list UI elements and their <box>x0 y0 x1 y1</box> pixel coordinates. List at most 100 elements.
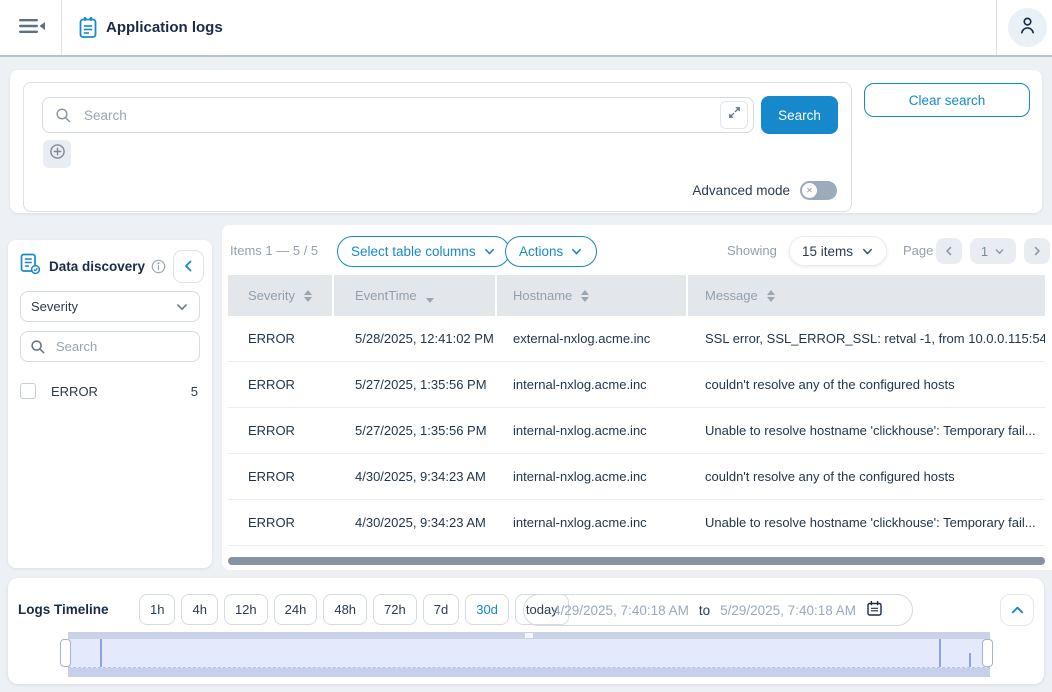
range-button-7d[interactable]: 7d <box>423 594 459 625</box>
page-title: Application logs <box>106 19 223 36</box>
severity-cell: ERROR <box>228 454 334 499</box>
timeline-spike <box>100 639 102 667</box>
showing-label: Showing <box>727 243 777 258</box>
timeline-chart <box>60 632 996 678</box>
dropdown-icon <box>570 245 583 258</box>
table-row[interactable]: ERROR5/27/2025, 1:35:56 PMinternal-nxlog… <box>228 362 1045 408</box>
message-cell: Unable to resolve hostname 'clickhouse':… <box>688 500 1045 545</box>
date-to: 5/29/2025, 7:40:18 AM <box>720 603 856 618</box>
date-range-picker[interactable]: 4/29/2025, 7:40:18 AM to 5/29/2025, 7:40… <box>523 594 913 626</box>
field-selector-value: Severity <box>31 299 78 314</box>
severity-cell: ERROR <box>228 500 334 545</box>
collapse-panel-icon <box>182 259 196 273</box>
column-header-hostname[interactable]: Hostname <box>497 275 688 316</box>
timeline-spike <box>969 653 971 667</box>
range-button-30d[interactable]: 30d <box>465 594 509 625</box>
hostname-cell: external-nxlog.acme.inc <box>497 316 688 361</box>
event-time-cell: 5/27/2025, 1:35:56 PM <box>334 362 497 407</box>
info-icon[interactable] <box>151 259 166 274</box>
sort-both-icon <box>767 290 775 302</box>
range-button-1h[interactable]: 1h <box>139 594 175 625</box>
current-page-dropdown[interactable]: 1 <box>970 238 1016 264</box>
timeline-overview-track[interactable] <box>68 632 990 639</box>
page-size-dropdown[interactable]: 15 items <box>789 236 887 266</box>
add-filter-icon <box>49 143 66 165</box>
data-discovery-header: Data discovery <box>20 249 204 283</box>
user-menu-button[interactable] <box>1008 8 1047 47</box>
column-label: Severity <box>248 288 295 303</box>
add-filter-button[interactable] <box>43 140 71 168</box>
facet-item[interactable]: ERROR 5 <box>20 379 200 403</box>
message-cell: couldn't resolve any of the configured h… <box>688 362 1045 407</box>
select-table-columns-label: Select table columns <box>351 244 476 259</box>
table-row[interactable]: ERROR4/30/2025, 9:34:23 AMinternal-nxlog… <box>228 500 1045 546</box>
field-selector-dropdown[interactable]: Severity <box>20 291 200 322</box>
data-discovery-panel: Data discovery Severity <box>8 240 212 568</box>
collapse-panel-button[interactable] <box>173 250 204 283</box>
timeline-bottom-track <box>68 668 990 677</box>
actions-button[interactable]: Actions <box>505 236 597 267</box>
facet-list: ERROR 5 <box>20 379 200 403</box>
hostname-cell: internal-nxlog.acme.inc <box>497 408 688 453</box>
table-row[interactable]: ERROR4/30/2025, 9:34:23 AMinternal-nxlog… <box>228 454 1045 500</box>
range-button-12h[interactable]: 12h <box>224 594 268 625</box>
sort-both-icon <box>581 290 589 302</box>
brush-handle-right[interactable] <box>982 639 993 667</box>
current-page-number: 1 <box>981 244 988 259</box>
next-page-icon <box>1031 245 1043 257</box>
facet-count: 5 <box>191 384 200 399</box>
message-cell: couldn't resolve any of the configured h… <box>688 454 1045 499</box>
range-button-4h[interactable]: 4h <box>181 594 217 625</box>
collapse-timeline-button[interactable] <box>1000 594 1034 626</box>
search-icon <box>30 339 46 355</box>
range-button-24h[interactable]: 24h <box>274 594 318 625</box>
event-time-cell: 4/30/2025, 9:34:23 AM <box>334 500 497 545</box>
message-cell: SSL error, SSL_ERROR_SSL: retval -1, fro… <box>688 316 1045 361</box>
severity-cell: ERROR <box>228 408 334 453</box>
sidebar-collapse-icon <box>18 16 46 41</box>
calendar-icon[interactable] <box>866 600 883 620</box>
expand-search-button[interactable] <box>720 101 748 129</box>
range-button-72h[interactable]: 72h <box>373 594 417 625</box>
topbar-divider <box>61 0 62 55</box>
timeline-plot[interactable] <box>68 639 990 668</box>
advanced-mode-toggle[interactable]: ✕ <box>800 181 837 200</box>
clear-search-button[interactable]: Clear search <box>864 83 1030 117</box>
sidebar-collapse-button[interactable] <box>15 15 49 41</box>
column-header-eventtime[interactable]: EventTime <box>334 275 497 316</box>
page-label: Page <box>903 243 933 258</box>
search-input[interactable] <box>42 97 754 133</box>
logs-timeline-title: Logs Timeline <box>18 602 109 617</box>
facet-checkbox[interactable] <box>20 383 36 399</box>
search-query-field[interactable] <box>82 107 720 124</box>
user-icon <box>1017 15 1038 41</box>
app-logs-icon <box>78 16 98 44</box>
horizontal-scrollbar[interactable] <box>228 557 1045 565</box>
advanced-mode-label: Advanced mode <box>692 183 790 198</box>
table-row[interactable]: ERROR5/28/2025, 12:41:02 PMexternal-nxlo… <box>228 316 1045 362</box>
actions-label: Actions <box>519 244 563 259</box>
facet-search-input[interactable] <box>20 331 200 362</box>
column-header-severity[interactable]: Severity <box>228 275 334 316</box>
search-section: Search Advanced mode ✕ Clear search <box>10 70 1042 213</box>
severity-cell: ERROR <box>228 362 334 407</box>
previous-page-button[interactable] <box>936 238 962 264</box>
data-discovery-icon <box>20 253 41 280</box>
expand-icon <box>728 106 741 124</box>
search-button[interactable]: Search <box>761 96 838 134</box>
advanced-mode-row: Advanced mode ✕ <box>692 181 837 200</box>
select-table-columns-button[interactable]: Select table columns <box>337 236 510 267</box>
table-row[interactable]: ERROR5/27/2025, 1:35:56 PMinternal-nxlog… <box>228 408 1045 454</box>
table-header-row: Severity EventTimeHostnameMessage <box>228 275 1045 316</box>
facet-search-field[interactable] <box>54 338 199 355</box>
facet-label: ERROR <box>51 384 98 399</box>
timeline-track-notch <box>525 633 533 638</box>
next-page-button[interactable] <box>1024 238 1050 264</box>
column-header-message[interactable]: Message <box>688 275 1045 316</box>
date-from: 4/29/2025, 7:40:18 AM <box>553 603 689 618</box>
event-time-cell: 5/28/2025, 12:41:02 PM <box>334 316 497 361</box>
sort-desc-icon <box>426 298 434 303</box>
logs-timeline-panel: Logs Timeline 1h4h12h24h48h72h7d30dtoday… <box>8 578 1044 684</box>
range-button-48h[interactable]: 48h <box>323 594 367 625</box>
brush-handle-left[interactable] <box>60 639 71 667</box>
